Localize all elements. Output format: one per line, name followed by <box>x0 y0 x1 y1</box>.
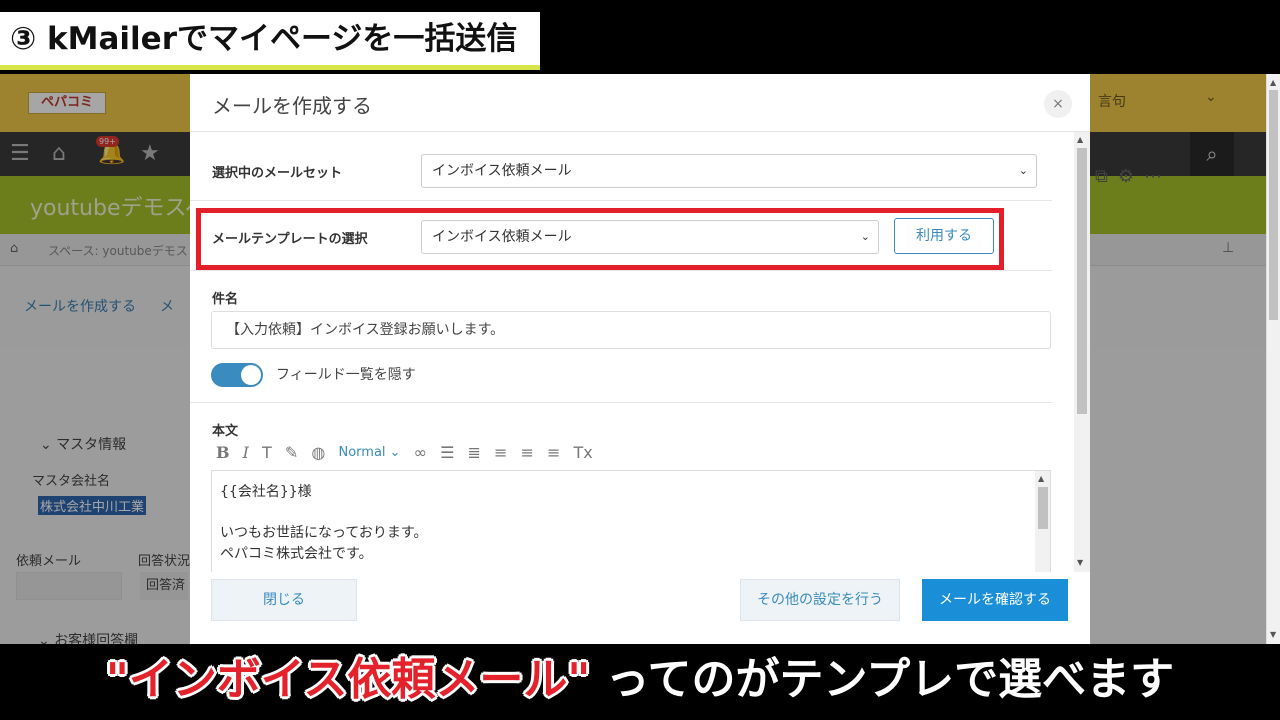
dialog-body: 選択中のメールセット インボイス依頼メール ⌄ メールテンプレートの選択 インボイ… <box>190 132 1074 572</box>
body-label: 本文 <box>212 424 239 439</box>
toggle-knob <box>241 365 261 385</box>
close-icon[interactable]: × <box>1044 90 1072 118</box>
editor-line: ペパコミ株式会社です。 <box>220 546 373 562</box>
page-scrollbar-thumb[interactable] <box>1269 90 1278 320</box>
subject-input[interactable]: 【入力依頼】インボイス登録お願いします。 <box>211 311 1051 349</box>
editor-line: いつもお世話になっております。 <box>220 525 428 541</box>
scroll-up-icon[interactable]: ▲ <box>1077 135 1083 144</box>
editor-line: {{会社名}}様 <box>220 484 312 500</box>
chevron-down-icon: ⌄ <box>860 230 870 243</box>
field-list-toggle[interactable] <box>211 363 263 387</box>
field-list-toggle-label: フィールド一覧を隠す <box>276 367 416 383</box>
align-center-icon[interactable]: ≡ <box>521 443 534 462</box>
scroll-down-icon[interactable]: ▼ <box>1270 630 1276 639</box>
pen-icon[interactable]: ✎ <box>285 443 298 462</box>
mail-set-select[interactable]: インボイス依頼メール ⌄ <box>421 154 1037 188</box>
subject-label: 件名 <box>212 292 239 307</box>
dialog-header: メールを作成する × <box>190 74 1090 132</box>
template-select[interactable]: インボイス依頼メール ⌄ <box>421 220 879 254</box>
template-label: メールテンプレートの選択 <box>212 232 368 247</box>
scroll-up-icon[interactable]: ▲ <box>1270 78 1276 87</box>
bold-icon[interactable]: B <box>216 443 230 462</box>
other-settings-button[interactable]: その他の設定を行う <box>740 579 900 621</box>
dialog-footer: 閉じる その他の設定を行う メールを確認する <box>190 572 1090 644</box>
close-button[interactable]: 閉じる <box>211 579 357 621</box>
background-color-icon[interactable]: ◍ <box>311 443 325 462</box>
caption-text: "インボイス依頼メール" ってのがテンプレで選べます <box>0 644 1280 716</box>
use-template-button[interactable]: 利用する <box>894 218 994 254</box>
editor-scrollbar[interactable]: ▲ <box>1035 471 1050 572</box>
link-icon[interactable]: ∞ <box>414 443 427 462</box>
step-label: ③ kMailerでマイページを一括送信 <box>0 12 540 70</box>
scroll-down-icon[interactable]: ▼ <box>1077 558 1083 567</box>
body-editor[interactable]: {{会社名}}様 いつもお世話になっております。 ペパコミ株式会社です。 ▲ <box>211 470 1051 572</box>
mail-set-label: 選択中のメールセット <box>212 166 343 181</box>
dialog-title: メールを作成する <box>212 94 372 118</box>
confirm-mail-button[interactable]: メールを確認する <box>922 579 1068 621</box>
editor-scrollbar-thumb[interactable] <box>1038 487 1048 529</box>
divider <box>190 270 1052 271</box>
numbered-list-icon[interactable]: ≣ <box>468 443 481 462</box>
dialog-scrollbar[interactable]: ▲ ▼ <box>1074 132 1090 572</box>
editor-toolbar: B I T ✎ ◍ Normal ⌄ ∞ ☰ ≣ ≡ ≡ ≡ Tx <box>216 442 601 462</box>
chevron-down-icon: ⌄ <box>1018 164 1028 177</box>
caption-rest: ってのがテンプレで選べます <box>590 654 1175 705</box>
compose-mail-dialog: メールを作成する × 選択中のメールセット インボイス依頼メール ⌄ メールテンプ… <box>190 74 1090 644</box>
divider <box>190 402 1052 403</box>
format-select[interactable]: Normal ⌄ <box>338 445 400 460</box>
align-left-icon[interactable]: ≡ <box>494 443 507 462</box>
text-style-icon[interactable]: T <box>262 443 272 462</box>
caption-bar: "インボイス依頼メール" ってのがテンプレで選べます <box>0 644 1280 720</box>
divider <box>190 200 1052 201</box>
caption-highlight: "インボイス依頼メール" <box>105 654 591 705</box>
italic-icon[interactable]: I <box>243 443 249 462</box>
bullet-list-icon[interactable]: ☰ <box>440 443 454 462</box>
page-scrollbar[interactable]: ▲ ▼ <box>1266 74 1280 644</box>
top-banner: ③ kMailerでマイページを一括送信 <box>0 0 1280 74</box>
dialog-scrollbar-thumb[interactable] <box>1077 148 1087 414</box>
scroll-up-icon[interactable]: ▲ <box>1038 474 1044 483</box>
align-right-icon[interactable]: ≡ <box>547 443 560 462</box>
clear-format-icon[interactable]: Tx <box>574 443 593 462</box>
